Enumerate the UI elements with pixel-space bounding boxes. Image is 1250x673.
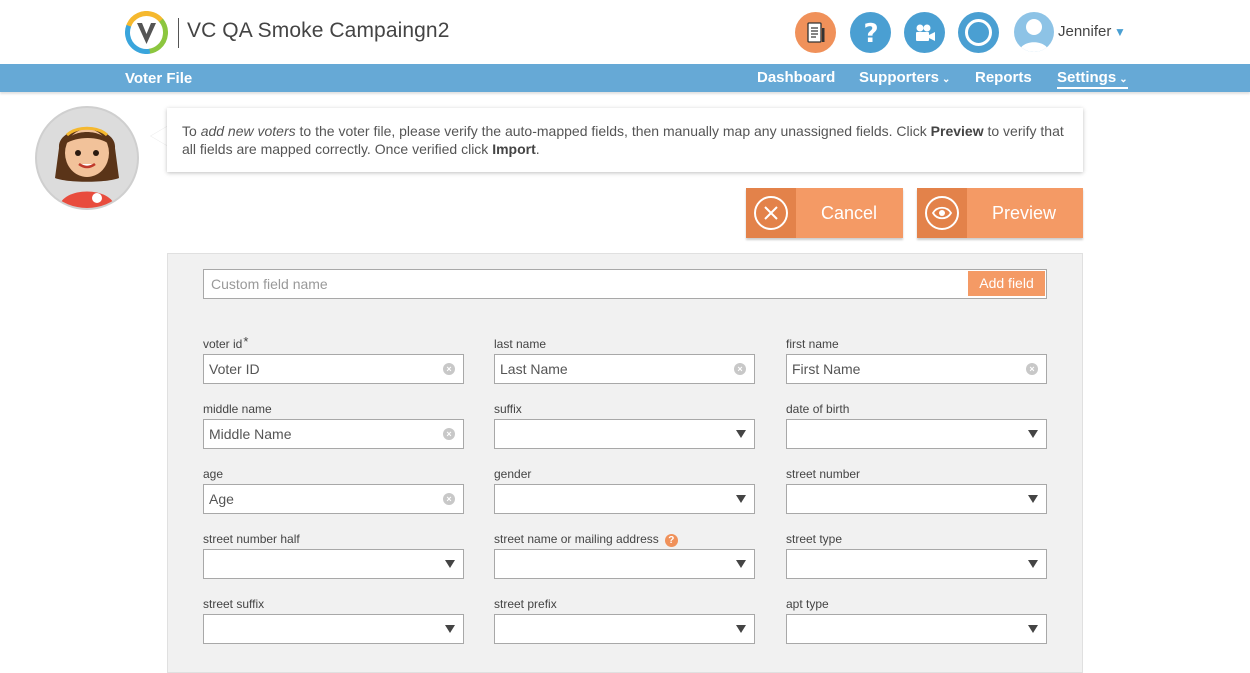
nav-settings[interactable]: Settings ⌄ <box>1057 69 1128 89</box>
user-name[interactable]: Jennifer <box>1058 23 1111 40</box>
voter-id-label-text: voter id <box>203 337 243 351</box>
street-prefix-label: street prefix <box>494 597 557 611</box>
video-camera-icon[interactable] <box>904 12 945 53</box>
nav-dashboard-label: Dashboard <box>757 69 836 86</box>
street-number-label: street number <box>786 467 861 481</box>
clear-icon[interactable]: × <box>443 428 455 440</box>
dropdown-caret-icon <box>1028 560 1038 568</box>
dropdown-caret-icon <box>1028 495 1038 503</box>
apt-type-select[interactable] <box>786 614 1047 644</box>
clear-icon[interactable]: × <box>1026 363 1038 375</box>
date-of-birth-label: date of birth <box>786 402 850 416</box>
nav-dashboard[interactable]: Dashboard <box>757 69 835 86</box>
street-number-half-select[interactable] <box>203 549 464 579</box>
app-logo[interactable] <box>125 11 169 54</box>
date-of-birth-select[interactable] <box>786 419 1047 449</box>
nav-reports[interactable]: Reports <box>975 69 1032 86</box>
first-name-input[interactable] <box>787 355 1017 383</box>
dropdown-caret-icon <box>445 560 455 568</box>
dropdown-caret-icon <box>736 430 746 438</box>
suffix-label: suffix <box>494 402 522 416</box>
suffix-select[interactable] <box>494 419 755 449</box>
bubble-tail <box>151 126 168 146</box>
app-title: VC QA Smoke Campaingn2 <box>187 19 450 42</box>
dropdown-caret-icon <box>1028 430 1038 438</box>
middle-name-input[interactable] <box>204 420 434 448</box>
clear-icon[interactable]: × <box>443 493 455 505</box>
preview-button[interactable]: Preview <box>917 188 1083 238</box>
street-prefix-select[interactable] <box>494 614 755 644</box>
circle-icon[interactable] <box>958 12 999 53</box>
street-suffix-select[interactable] <box>203 614 464 644</box>
nav-settings-label: Settings <box>1057 69 1117 86</box>
instruction-text-2: to the voter file, please verify the aut… <box>295 123 931 139</box>
add-field-button[interactable]: Add field <box>968 271 1045 296</box>
street-type-label: street type <box>786 532 843 546</box>
nav-supporters[interactable]: Supporters ⌄ <box>859 69 950 86</box>
cancel-button-label: Cancel <box>821 203 878 223</box>
eye-icon <box>917 188 967 238</box>
apt-type-label: apt type <box>786 597 829 611</box>
clear-icon[interactable]: × <box>734 363 746 375</box>
dropdown-caret-icon <box>736 625 746 633</box>
voter-id-label: voter id* <box>203 334 249 352</box>
main-nav: Voter File Dashboard Supporters ⌄ Reports… <box>0 64 1250 92</box>
custom-field-input[interactable] <box>204 270 964 298</box>
instruction-text-1: To <box>182 123 201 139</box>
voter-id-input[interactable] <box>204 355 434 383</box>
age-field: × <box>203 484 464 514</box>
street-type-select[interactable] <box>786 549 1047 579</box>
dropdown-caret-icon <box>736 495 746 503</box>
help-icon[interactable]: ? <box>664 534 678 547</box>
top-bar: VC QA Smoke Campaingn2 ? Jennifer ▼ <box>0 0 1250 64</box>
help-icon[interactable]: ? <box>850 12 891 53</box>
last-name-input[interactable] <box>495 355 725 383</box>
street-number-select[interactable] <box>786 484 1047 514</box>
instruction-import-word: Import <box>492 141 536 157</box>
cancel-button[interactable]: Cancel <box>746 188 903 238</box>
last-name-label: last name <box>494 337 547 351</box>
instruction-preview-word: Preview <box>930 123 984 139</box>
nav-supporters-label: Supporters <box>859 69 940 86</box>
age-label: age <box>203 467 224 481</box>
chevron-down-icon: ⌄ <box>942 74 951 85</box>
gender-label: gender <box>494 467 532 481</box>
logo-divider <box>178 18 179 48</box>
custom-field-box <box>203 269 1047 299</box>
middle-name-field: × <box>203 419 464 449</box>
user-menu-caret-icon[interactable]: ▼ <box>1114 25 1126 39</box>
mascot-avatar <box>35 106 139 210</box>
close-icon <box>746 188 796 238</box>
dropdown-caret-icon <box>445 625 455 633</box>
nav-reports-label: Reports <box>975 69 1032 86</box>
svg-text:?: ? <box>863 20 878 46</box>
voter-id-field: × <box>203 354 464 384</box>
instruction-emphasis: add new voters <box>200 123 296 139</box>
clear-icon[interactable]: × <box>443 363 455 375</box>
preview-button-label: Preview <box>992 203 1057 223</box>
gender-select[interactable] <box>494 484 755 514</box>
middle-name-label: middle name <box>203 402 272 416</box>
clipboard-icon[interactable] <box>795 12 836 53</box>
first-name-label: first name <box>786 337 839 351</box>
dropdown-caret-icon <box>736 560 746 568</box>
street-suffix-label: street suffix <box>203 597 265 611</box>
instruction-text-4: . <box>535 141 540 157</box>
required-marker: * <box>243 334 249 349</box>
street-name-label: street name or mailing address? <box>494 532 678 547</box>
last-name-field: × <box>494 354 755 384</box>
street-number-half-label: street number half <box>203 532 300 546</box>
instruction-bubble: To add new voters to the voter file, ple… <box>167 108 1083 172</box>
field-mapping-panel <box>167 253 1083 673</box>
street-name-select[interactable] <box>494 549 755 579</box>
age-input[interactable] <box>204 485 434 513</box>
dropdown-caret-icon <box>1028 625 1038 633</box>
nav-brand: Voter File <box>125 70 193 87</box>
first-name-field: × <box>786 354 1047 384</box>
street-name-label-text: street name or mailing address <box>494 532 659 546</box>
avatar[interactable] <box>1014 12 1054 52</box>
chevron-down-icon: ⌄ <box>1119 74 1128 85</box>
